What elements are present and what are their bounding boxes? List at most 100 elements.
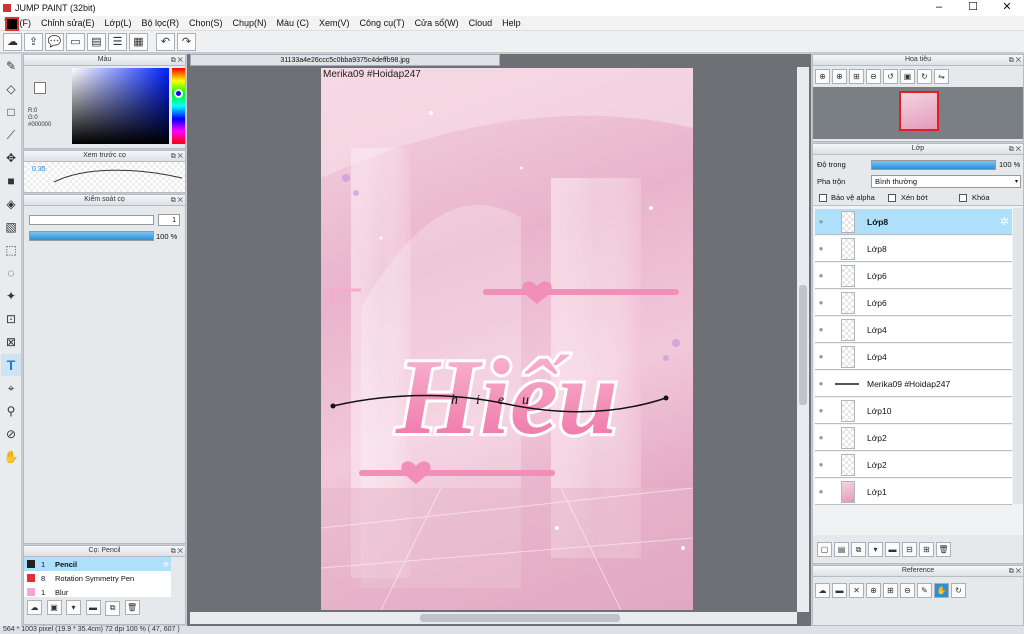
- move-tool-icon[interactable]: ✥: [1, 147, 21, 169]
- cloud-icon[interactable]: ☁: [3, 32, 22, 51]
- minimize-icon[interactable]: –: [922, 0, 956, 16]
- undo-icon[interactable]: ↶: [156, 32, 175, 51]
- visibility-icon[interactable]: ●: [815, 217, 827, 226]
- menu-color[interactable]: Màu (C): [273, 18, 316, 28]
- brush-options-icon[interactable]: ▾: [66, 600, 82, 615]
- rotate-icon[interactable]: ↻: [951, 583, 966, 598]
- close-ref-icon[interactable]: ✕: [849, 583, 864, 598]
- visibility-icon[interactable]: ●: [815, 487, 827, 496]
- hue-slider[interactable]: [172, 68, 185, 144]
- chat-icon[interactable]: ▭: [66, 32, 85, 51]
- vertical-scroll-thumb[interactable]: [799, 285, 807, 405]
- menu-edit[interactable]: Chỉnh sửa(E): [37, 18, 101, 28]
- comment-icon[interactable]: 💬: [45, 32, 64, 51]
- visibility-icon[interactable]: ●: [815, 406, 827, 415]
- menu-help[interactable]: Help: [498, 18, 527, 28]
- hue-marker[interactable]: [174, 89, 183, 98]
- gradient-tool-icon[interactable]: ▧: [1, 216, 21, 238]
- rect-select-tool-icon[interactable]: ⬚: [1, 239, 21, 261]
- panel-close-icon[interactable]: ⧉ ✕: [171, 547, 183, 557]
- menu-view[interactable]: Xem(V): [315, 18, 356, 28]
- duplicate-layer-icon[interactable]: ⧉: [851, 542, 866, 557]
- text-tool-icon[interactable]: T: [1, 354, 21, 376]
- horizontal-scroll-thumb[interactable]: [420, 614, 620, 622]
- rotate-right-icon[interactable]: ↻: [917, 69, 932, 84]
- eraser-tool-icon[interactable]: ◇: [1, 78, 21, 100]
- visibility-icon[interactable]: ●: [815, 433, 827, 442]
- cloud-brush-icon[interactable]: ☁: [27, 600, 42, 615]
- panel-close-icon[interactable]: ⧉ ✕: [1009, 145, 1021, 155]
- visibility-icon[interactable]: ●: [815, 379, 827, 388]
- copy-brush-icon[interactable]: ⧉: [105, 600, 121, 616]
- visibility-icon[interactable]: ●: [815, 460, 827, 469]
- blend-mode-select[interactable]: Bình thường ▾: [871, 175, 1021, 188]
- opacity-slider[interactable]: [29, 231, 154, 241]
- bucket-tool-icon[interactable]: ◈: [1, 193, 21, 215]
- zoom-fit-icon[interactable]: ⊕: [815, 69, 830, 84]
- layer-row[interactable]: ● Lớp8: [815, 236, 1012, 262]
- layer-row[interactable]: ● Lớp6: [815, 290, 1012, 316]
- layer-settings-icon[interactable]: ✲: [1000, 215, 1009, 228]
- page-icon[interactable]: ▤: [87, 32, 106, 51]
- menu-filter[interactable]: Bộ lọc(R): [137, 18, 185, 28]
- visibility-icon[interactable]: ●: [815, 352, 827, 361]
- brush-tool-icon[interactable]: ✎: [1, 55, 21, 77]
- panel-close-icon[interactable]: ⧉ ✕: [1009, 567, 1021, 577]
- magic-wand-tool-icon[interactable]: ✦: [1, 285, 21, 307]
- rotate-left-icon[interactable]: ↺: [883, 69, 898, 84]
- layer-row[interactable]: ● Lớp2: [815, 425, 1012, 451]
- layer-row[interactable]: ● Lớp6: [815, 263, 1012, 289]
- layer-row[interactable]: ● Lớp1: [815, 479, 1012, 505]
- merge-layers-icon[interactable]: ⊞: [919, 542, 934, 557]
- eyedropper-tool-icon[interactable]: ⊘: [1, 423, 21, 445]
- navigator-preview[interactable]: [813, 87, 1023, 139]
- drawing-canvas[interactable]: Hiếu hieu: [321, 68, 693, 610]
- select-eraser-tool-icon[interactable]: ⊠: [1, 331, 21, 353]
- menu-cloud[interactable]: Cloud: [465, 18, 499, 28]
- share-icon[interactable]: ⇪: [24, 32, 43, 51]
- menu-tools[interactable]: Công cụ(T): [356, 18, 411, 28]
- panel-close-icon[interactable]: ⧉ ✕: [171, 152, 183, 162]
- brush-item[interactable]: 8 Rotation Symmetry Pen: [24, 571, 171, 585]
- menu-layer[interactable]: Lớp(L): [101, 18, 138, 28]
- visibility-icon[interactable]: ●: [815, 271, 827, 280]
- layer-scrollbar[interactable]: [1013, 208, 1023, 504]
- lock-checkbox[interactable]: [959, 194, 967, 202]
- brush-settings-icon[interactable]: ✲: [163, 560, 169, 569]
- brush-item[interactable]: 1 Pencil ✲: [24, 557, 171, 571]
- cloud-icon[interactable]: ☁: [815, 583, 830, 598]
- layer-row[interactable]: ● Merika09 #Hoidap247: [815, 371, 1012, 397]
- flip-icon[interactable]: ⇋: [934, 69, 949, 84]
- menu-select[interactable]: Chọn(S): [185, 18, 229, 28]
- size-input[interactable]: 1: [158, 214, 180, 226]
- hand-icon[interactable]: ✋: [934, 583, 949, 598]
- size-slider[interactable]: [29, 215, 154, 225]
- shape-tool-icon[interactable]: □: [1, 101, 21, 123]
- hand-tool-icon[interactable]: ✋: [1, 446, 21, 468]
- visibility-icon[interactable]: ●: [815, 325, 827, 334]
- layer-opacity-slider[interactable]: [871, 160, 996, 170]
- delete-layer-icon[interactable]: 🗑: [936, 542, 951, 557]
- menu-capture[interactable]: Chụp(N): [229, 18, 273, 28]
- layer-row[interactable]: ● Lớp4: [815, 317, 1012, 343]
- redo-icon[interactable]: ↷: [177, 32, 196, 51]
- zoom-fit-icon[interactable]: ⊞: [883, 583, 898, 598]
- close-icon[interactable]: ✕: [990, 0, 1024, 16]
- layer-row[interactable]: ● Lớp10: [815, 398, 1012, 424]
- new-layer-copy-icon[interactable]: ▤: [834, 542, 849, 557]
- list-icon[interactable]: ☰: [108, 32, 127, 51]
- layer-options-icon[interactable]: ▾: [868, 542, 883, 557]
- zoom-in-icon[interactable]: ⊕: [866, 583, 881, 598]
- visibility-icon[interactable]: ●: [815, 244, 827, 253]
- document-tab[interactable]: 31133a4e26ccc5c0bba9375c4deffb98.jpg: [190, 54, 500, 66]
- eyedropper-icon[interactable]: ✎: [917, 583, 932, 598]
- merge-down-icon[interactable]: ⊟: [902, 542, 917, 557]
- new-brush-icon[interactable]: ▣: [46, 600, 62, 615]
- dropper-tool-icon[interactable]: ⚲: [1, 400, 21, 422]
- layer-row[interactable]: ● Lớp2: [815, 452, 1012, 478]
- zoom-in-icon[interactable]: ⊕: [832, 69, 847, 84]
- open-file-icon[interactable]: ▬: [832, 583, 847, 598]
- lasso-tool-icon[interactable]: ◌: [1, 262, 21, 284]
- line-tool-icon[interactable]: ⟋: [1, 124, 21, 146]
- new-layer-icon[interactable]: ▢: [817, 542, 832, 557]
